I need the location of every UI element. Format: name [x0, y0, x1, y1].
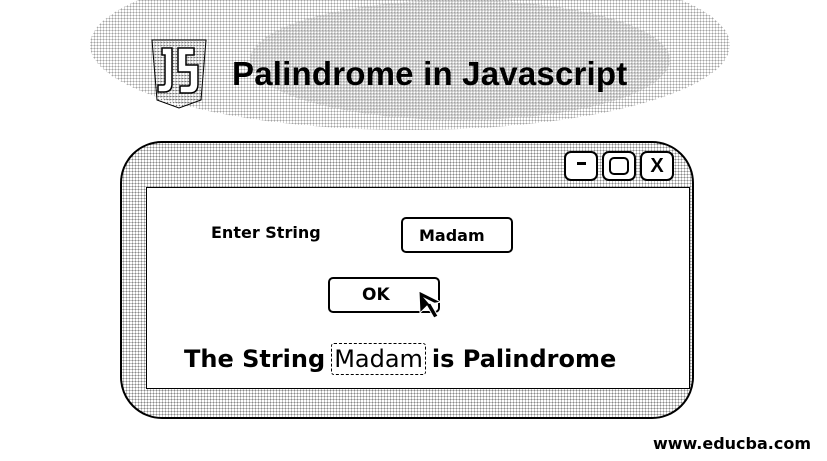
result-prefix: The String — [184, 345, 326, 373]
page-header: Palindrome in Javascript — [148, 34, 627, 114]
window-controls: X — [564, 151, 674, 181]
page-title: Palindrome in Javascript — [232, 55, 628, 92]
javascript-logo-icon — [148, 38, 210, 110]
result-word: Madam — [331, 343, 426, 375]
maximize-button[interactable] — [602, 151, 636, 181]
minimize-button[interactable] — [564, 151, 598, 181]
enter-string-label: Enter String — [211, 223, 321, 242]
footer-url: www.educba.com — [652, 434, 811, 453]
result-message: The String Madam is Palindrome — [184, 343, 616, 375]
minimize-icon — [576, 161, 586, 165]
result-suffix: is Palindrome — [431, 345, 617, 373]
dialog-window: X Enter String OK The String Madam is Pa… — [120, 141, 694, 419]
mouse-pointer-icon — [418, 290, 443, 319]
close-button[interactable]: X — [640, 151, 674, 181]
string-input[interactable] — [401, 217, 513, 253]
maximize-icon — [609, 157, 629, 175]
dialog-content: Enter String OK The String Madam is Pali… — [146, 187, 690, 389]
close-icon: X — [650, 155, 664, 177]
